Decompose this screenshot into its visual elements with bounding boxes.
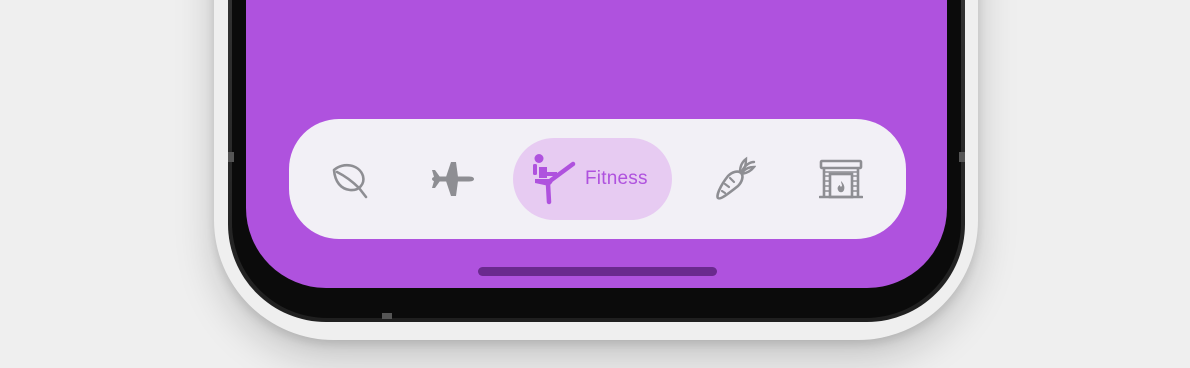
- tab-airplane[interactable]: [411, 119, 493, 239]
- leaf-icon: [332, 163, 368, 199]
- airplane-icon: [432, 162, 474, 196]
- tab-bar: Fitness: [289, 119, 906, 239]
- tab-leaf[interactable]: [309, 119, 391, 239]
- carrot-icon: [716, 156, 756, 200]
- stage: Fitness: [0, 0, 1190, 368]
- tab-fireplace[interactable]: [800, 119, 882, 239]
- tab-carrot[interactable]: [693, 119, 775, 239]
- antenna-band-left: [228, 152, 234, 162]
- phone-screen: Fitness: [246, 0, 947, 288]
- tab-fitness[interactable]: Fitness: [513, 138, 672, 220]
- fireplace-icon: [819, 159, 863, 199]
- tab-fitness-label: Fitness: [585, 168, 648, 189]
- figure-kickboxing-icon: [533, 154, 576, 205]
- antenna-band-bottom: [382, 313, 392, 319]
- antenna-band-right: [959, 152, 965, 162]
- home-indicator[interactable]: [478, 267, 717, 276]
